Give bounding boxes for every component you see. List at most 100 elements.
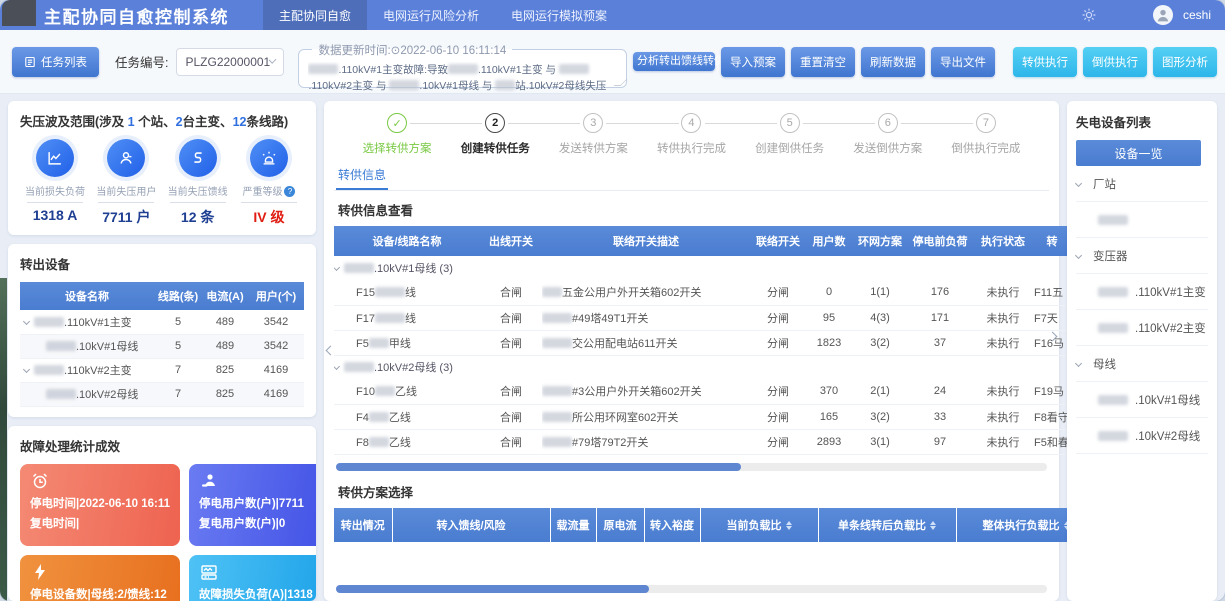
table-row[interactable]: .10kV#1母线54893542: [20, 334, 304, 358]
gear-icon[interactable]: [1081, 7, 1097, 23]
scrollbar-thumb[interactable]: [336, 463, 741, 471]
toolbar-button-4[interactable]: 导出文件: [931, 47, 995, 77]
user-count-cell: 370: [806, 379, 852, 404]
toolbar-button-3[interactable]: 刷新数据: [861, 47, 925, 77]
transfer-line-cell: F8看守: [1034, 404, 1070, 429]
exec-status-cell: 未执行: [972, 379, 1034, 404]
tree-leaf-7[interactable]: .10kV#2母线: [1076, 418, 1208, 454]
impact-stat-label: 当前损失负荷: [20, 183, 90, 198]
step-label: 发送转供方案: [544, 140, 642, 156]
avatar[interactable]: [1153, 5, 1173, 25]
redacted-text: [542, 338, 572, 348]
chevron-down-icon[interactable]: [1075, 360, 1082, 367]
tree-leaf-1[interactable]: [1076, 202, 1208, 238]
table-row[interactable]: F17线合闸#49塔49T1开关分闸954(3)171未执行F7天: [334, 305, 1070, 330]
toolbar-button-1[interactable]: 导入预案: [721, 47, 785, 77]
table-row[interactable]: F10乙线合闸#3公用户外开关箱602开关分闸3702(1)24未执行F19马: [334, 379, 1070, 404]
chevron-down-icon[interactable]: [1075, 180, 1082, 187]
redacted-text: [559, 64, 589, 74]
sort-icon[interactable]: [930, 521, 936, 530]
tree-leaf-6[interactable]: .10kV#1母线: [1076, 382, 1208, 418]
sort-icon[interactable]: [786, 521, 792, 530]
tie-switch-desc-cell: #79塔79T2开关: [542, 429, 750, 454]
nav-item-1[interactable]: 电网运行风险分析: [367, 0, 495, 30]
task-list-button[interactable]: 任务列表: [12, 47, 99, 77]
table-row[interactable]: .110kV#2主变78254169: [20, 358, 304, 382]
redacted-text: [542, 437, 572, 447]
nav-item-2[interactable]: 电网运行模拟预案: [495, 0, 623, 30]
redacted-text: [34, 365, 64, 375]
chevron-down-icon[interactable]: [334, 363, 340, 370]
background-map-strip: [0, 278, 7, 601]
feeder-name-cell: F4乙线: [334, 404, 480, 429]
tree-group-2[interactable]: 变压器: [1076, 238, 1208, 274]
stat-card-line: 故障损失负荷(A)|1318: [199, 586, 313, 601]
tie-switch-desc-cell: #49塔49T1开关: [542, 305, 750, 330]
impact-subtitle-text: 台主变、: [183, 115, 233, 129]
toolbar-cyan-button-1[interactable]: 倒供执行: [1083, 47, 1147, 77]
column-header[interactable]: 当前负载比: [700, 508, 818, 542]
impact-stat-0: 当前损失负荷1318 A: [20, 139, 90, 227]
horizontal-scrollbar-bottom[interactable]: [336, 585, 1047, 593]
step-dot: 2: [485, 113, 505, 133]
group-row[interactable]: .10kV#1母线 (3): [334, 256, 1070, 280]
table-row[interactable]: F5甲线合闸交公用配电站611开关分闸18233(2)37未执行F16马: [334, 330, 1070, 355]
line-chart-icon: [36, 139, 74, 177]
chevron-down-icon[interactable]: [23, 318, 30, 325]
scrollbar-thumb[interactable]: [336, 585, 649, 593]
tree-group-0[interactable]: 厂站: [1076, 166, 1208, 202]
tree-group-5[interactable]: 母线: [1076, 346, 1208, 382]
step-3[interactable]: 3发送转供方案: [544, 113, 642, 156]
nav-item-0[interactable]: 主配协同自愈: [263, 0, 367, 30]
tab-transfer-info[interactable]: 转供信息: [336, 162, 388, 190]
task-list-label: 任务列表: [41, 54, 87, 70]
alarm-clock-icon: [30, 471, 170, 491]
transfer-line-cell: F19马: [1034, 379, 1070, 404]
column-header: 设备/线路名称: [334, 226, 480, 256]
info-view-title: 转供信息查看: [338, 200, 1049, 219]
table-row[interactable]: F8乙线合闸#79塔79T2开关分闸28933(1)97未执行F5和春: [334, 429, 1070, 454]
tree-leaf-4[interactable]: .110kV#2主变: [1076, 310, 1208, 346]
redacted-text: [542, 287, 562, 297]
group-row[interactable]: .10kV#2母线 (3): [334, 355, 1070, 379]
header-row: 设备/线路名称出线开关联络开关描述联络开关用户数环网方案停电前负荷执行状态转: [334, 226, 1070, 256]
toolbar-cyan-button-2[interactable]: 图形分析: [1153, 47, 1217, 77]
redacted-text: [369, 338, 389, 348]
step-label: 创建倒供任务: [741, 140, 839, 156]
step-dot: 4: [681, 113, 701, 133]
toolbar-button-2[interactable]: 重置清空: [791, 47, 855, 77]
fault-description-box[interactable]: 数据更新时间:⊙2022-06-10 16:11:14 .110kV#1主变故障…: [298, 42, 627, 88]
table-row[interactable]: .10kV#2母线78254169: [20, 382, 304, 406]
step-2[interactable]: 2创建转供任务: [446, 113, 544, 156]
lines-cell: 5: [154, 310, 202, 334]
chevron-down-icon[interactable]: [23, 366, 30, 373]
toolbar-cyan-button-0[interactable]: 转供执行: [1013, 47, 1077, 77]
table-row[interactable]: .110kV#1主变54893542: [20, 310, 304, 334]
transfer-line-cell: F7天: [1034, 305, 1070, 330]
task-no-select[interactable]: PLZG22000001: [176, 48, 284, 76]
column-header: 停电前负荷: [908, 226, 972, 256]
toolbar-button-0[interactable]: 分析转出馈线转供电方案: [633, 52, 715, 71]
tree-leaf-3[interactable]: .110kV#1主变: [1076, 274, 1208, 310]
step-7[interactable]: 7倒供执行完成: [937, 113, 1035, 156]
column-header[interactable]: 单条线转后负载比: [818, 508, 956, 542]
step-6[interactable]: 6发送倒供方案: [839, 113, 937, 156]
step-dot: 7: [976, 113, 996, 133]
group-label: .10kV#2母线 (3): [334, 355, 1070, 379]
step-4[interactable]: 4转供执行完成: [642, 113, 740, 156]
main-content: 失压波及范围(涉及 1 个站、2台主变、12条线路) 当前损失负荷1318 A当…: [0, 94, 1225, 601]
impact-scope-card: 失压波及范围(涉及 1 个站、2台主变、12条线路) 当前损失负荷1318 A当…: [8, 101, 316, 235]
help-icon[interactable]: ?: [284, 186, 295, 197]
users-cell: 4169: [248, 358, 304, 382]
step-5[interactable]: 5创建倒供任务: [741, 113, 839, 156]
chevron-down-icon[interactable]: [334, 264, 340, 271]
impact-stat-value: 12 条: [170, 202, 226, 227]
table-row[interactable]: F15线合闸五金公用户外开关箱602开关分闸01(1)176未执行F11五: [334, 280, 1070, 305]
redacted-text: [542, 386, 572, 396]
chevron-down-icon[interactable]: [1075, 252, 1082, 259]
column-header: 转入裕度: [644, 508, 700, 542]
table-row[interactable]: F4乙线合闸所公用环网室602开关分闸1653(2)33未执行F8看守: [334, 404, 1070, 429]
fault-stats-title: 故障处理统计成效: [20, 436, 304, 455]
horizontal-scrollbar[interactable]: [336, 463, 1047, 471]
step-1[interactable]: ✓选择转供方案: [348, 113, 446, 156]
